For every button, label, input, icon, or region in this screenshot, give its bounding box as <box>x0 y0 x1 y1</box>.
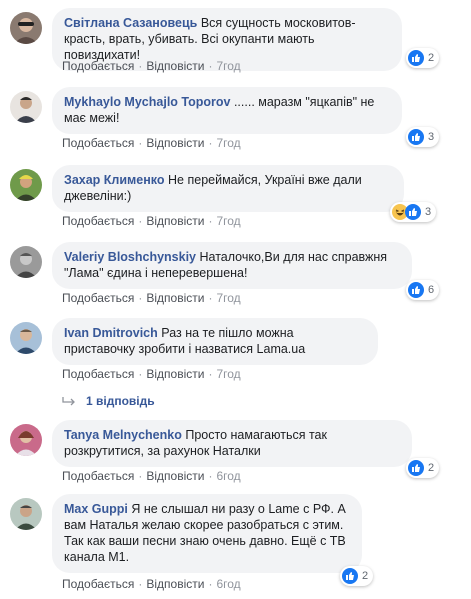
comment: Захар Клименко Не переймайся, Україні вж… <box>10 165 465 235</box>
avatar[interactable] <box>10 246 42 278</box>
comment-actions: Подобається · Відповісти · 6год <box>62 469 241 483</box>
comment-time[interactable]: 6год <box>216 577 240 591</box>
comment-actions: Подобається · Відповісти · 7год <box>62 367 241 381</box>
comment: Ivan Dmitrovich Раз на те пішло можна пр… <box>10 318 465 388</box>
view-replies-link[interactable]: 1 відповідь <box>62 394 155 408</box>
avatar[interactable] <box>10 498 42 530</box>
avatar[interactable] <box>10 91 42 123</box>
comment-author[interactable]: Valeriy Bloshchynskiy <box>64 250 196 264</box>
avatar[interactable] <box>10 424 42 456</box>
like-link[interactable]: Подобається <box>62 577 134 591</box>
reply-link[interactable]: Відповісти <box>146 214 204 228</box>
comment: Mykhaylo Mychajlo Toporov ...... маразм … <box>10 87 465 157</box>
reply-arrow-icon <box>62 397 75 406</box>
avatar[interactable] <box>10 169 42 201</box>
reply-link[interactable]: Відповісти <box>146 136 204 150</box>
like-link[interactable]: Подобається <box>62 59 134 73</box>
comment-time[interactable]: 7год <box>216 367 240 381</box>
like-icon <box>342 568 358 584</box>
reply-link[interactable]: Відповісти <box>146 367 204 381</box>
like-icon <box>408 129 424 145</box>
comment: Valeriy Bloshchynskiy Наталочко,Ви для н… <box>10 242 465 312</box>
reply-link[interactable]: Відповісти <box>146 577 204 591</box>
comment: Max Guppi Я не слышал ни разу о Lame с Р… <box>10 494 465 594</box>
like-link[interactable]: Подобається <box>62 367 134 381</box>
comment-time[interactable]: 7год <box>216 59 240 73</box>
comment-bubble: Захар Клименко Не переймайся, Україні вж… <box>52 165 404 212</box>
comment-time[interactable]: 7год <box>216 214 240 228</box>
reaction-summary[interactable]: 6 <box>406 280 440 300</box>
comment-author[interactable]: Світлана Сазановець <box>64 16 197 30</box>
replies-count-text: 1 відповідь <box>86 394 155 408</box>
comment-bubble: Max Guppi Я не слышал ни разу о Lame с Р… <box>52 494 362 573</box>
comment-author[interactable]: Mykhaylo Mychajlo Toporov <box>64 95 230 109</box>
reaction-count: 2 <box>428 462 435 474</box>
reaction-summary[interactable]: 2 <box>406 48 440 68</box>
reaction-summary[interactable]: 2 <box>406 458 440 478</box>
avatar[interactable] <box>10 12 42 44</box>
reaction-summary[interactable]: 3 <box>406 127 440 147</box>
reaction-summary[interactable]: 3 <box>390 202 437 222</box>
reaction-summary[interactable]: 2 <box>340 566 374 586</box>
comment-bubble: Mykhaylo Mychajlo Toporov ...... маразм … <box>52 87 402 134</box>
comment-actions: Подобається · Відповісти · 7год <box>62 136 241 150</box>
comment-actions: Подобається · Відповісти · 7год <box>62 59 241 73</box>
like-icon <box>408 282 424 298</box>
comment-author[interactable]: Tanya Melnychenko <box>64 428 182 442</box>
reaction-count: 6 <box>428 284 435 296</box>
comment: Tanya Melnychenko Просто намагаються так… <box>10 420 465 490</box>
comment-time[interactable]: 7год <box>216 291 240 305</box>
like-icon <box>405 204 421 220</box>
like-icon <box>408 50 424 66</box>
like-link[interactable]: Подобається <box>62 291 134 305</box>
reaction-count: 3 <box>425 206 432 218</box>
comment-bubble: Ivan Dmitrovich Раз на те пішло можна пр… <box>52 318 378 365</box>
like-link[interactable]: Подобається <box>62 136 134 150</box>
reply-link[interactable]: Відповісти <box>146 469 204 483</box>
reaction-count: 2 <box>428 52 435 64</box>
comment-time[interactable]: 6год <box>216 469 240 483</box>
like-link[interactable]: Подобається <box>62 469 134 483</box>
like-icon <box>408 460 424 476</box>
comment-actions: Подобається · Відповісти · 7год <box>62 291 241 305</box>
comment: Світлана Сазановець Вся сущность москови… <box>10 8 465 78</box>
comment-thread: Світлана Сазановець Вся сущность москови… <box>0 0 471 599</box>
reply-link[interactable]: Відповісти <box>146 291 204 305</box>
comment-author[interactable]: Ivan Dmitrovich <box>64 326 158 340</box>
comment-author[interactable]: Max Guppi <box>64 502 128 516</box>
reaction-count: 2 <box>362 570 369 582</box>
comment-time[interactable]: 7год <box>216 136 240 150</box>
comment-bubble: Tanya Melnychenko Просто намагаються так… <box>52 420 412 467</box>
reply-link[interactable]: Відповісти <box>146 59 204 73</box>
like-link[interactable]: Подобається <box>62 214 134 228</box>
comment-actions: Подобається · Відповісти · 7год <box>62 214 241 228</box>
comment-actions: Подобається · Відповісти · 6год <box>62 577 241 591</box>
avatar[interactable] <box>10 322 42 354</box>
comment-bubble: Valeriy Bloshchynskiy Наталочко,Ви для н… <box>52 242 412 289</box>
comment-author[interactable]: Захар Клименко <box>64 173 165 187</box>
reaction-count: 3 <box>428 131 435 143</box>
